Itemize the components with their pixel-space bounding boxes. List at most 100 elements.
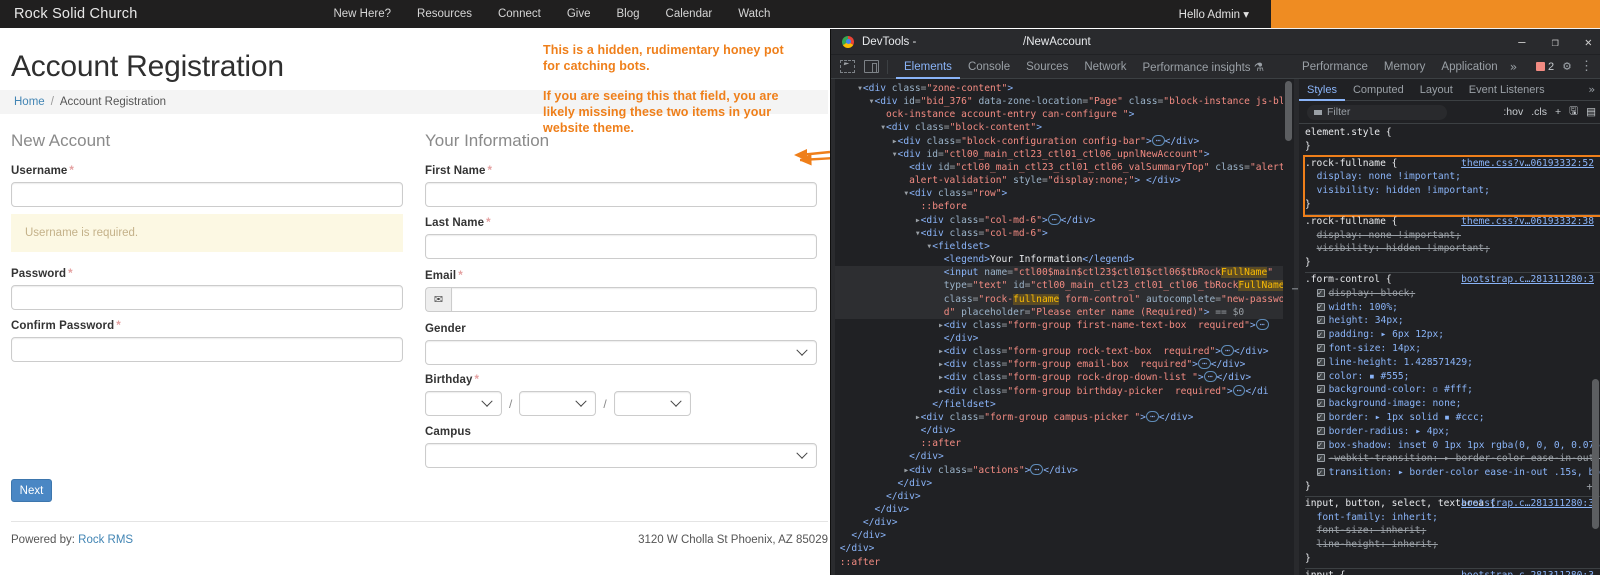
dom-tree-line[interactable]: d" placeholder="Please enter name (Requi… [834, 305, 1294, 319]
css-rule[interactable]: .rock-fullname {theme.css?v…06193332:52 … [1303, 154, 1600, 217]
dom-scrollbar-track[interactable] [1283, 79, 1294, 575]
tab-event-listeners[interactable]: Event Listeners [1461, 79, 1553, 101]
dom-tree-line[interactable]: type="text" id="ctl00_main_ctl23_ctl01_c… [834, 279, 1294, 293]
css-source-link[interactable]: bootstrap.c…281311280:3 [1461, 569, 1594, 575]
dom-tree-line[interactable]: ▾<div class="zone-content"> [834, 82, 1294, 95]
css-declaration[interactable]: visibility: hidden !important; [1305, 242, 1600, 256]
device-toolbar-icon[interactable] [864, 60, 879, 73]
error-count-badge[interactable]: 2 [1536, 61, 1554, 73]
dom-tree-line[interactable]: ▾<fieldset> [834, 240, 1294, 253]
birthday-year-select[interactable] [613, 391, 691, 416]
dom-tree-line[interactable]: </div> [834, 503, 1294, 516]
css-declaration[interactable]: line-height: inherit; [1305, 538, 1600, 552]
css-declaration[interactable]: visibility: hidden !important; [1305, 184, 1600, 198]
dom-tree-line[interactable]: ock-instance account-entry can-configure… [834, 108, 1294, 121]
site-brand[interactable]: Rock Solid Church [14, 6, 137, 22]
css-rule[interactable]: .rock-fullname {theme.css?v…06193332:38 … [1305, 215, 1600, 273]
dom-tree-line[interactable]: <legend>Your Information</legend> [834, 253, 1294, 266]
element-style-rule[interactable]: element.style { } [1305, 126, 1600, 157]
css-source-link[interactable]: bootstrap.c…281311280:3 [1461, 497, 1594, 511]
css-rule[interactable]: .form-control { bootstrap.c…281311280:3 d… [1305, 273, 1600, 497]
dom-tree-line[interactable]: ▾<div class="block-content"> [834, 121, 1294, 134]
css-rule[interactable]: input {bootstrap.c…281311280:3 line-heig… [1305, 569, 1600, 575]
declaration-checkbox[interactable] [1316, 369, 1325, 383]
email-input[interactable] [451, 287, 817, 312]
dom-tree-line[interactable]: <div id="ctl00_main_ctl23_ctl01_ctl06_va… [834, 161, 1294, 174]
declaration-checkbox[interactable] [1316, 438, 1325, 452]
styles-scrollbar-thumb[interactable] [1592, 379, 1599, 529]
dom-tree-line[interactable]: alert-validation" style="display:none;">… [834, 174, 1294, 187]
css-declaration[interactable]: padding: ▸ 6px 12px; [1305, 328, 1600, 342]
css-declaration[interactable]: height: 34px; [1305, 314, 1600, 328]
css-declaration[interactable]: font-size: inherit; [1305, 524, 1600, 538]
dom-tree-code[interactable]: ▾<div class="zone-content"> ▾<div id="bi… [831, 79, 1294, 569]
declaration-checkbox[interactable] [1316, 300, 1325, 314]
footer-rock-rms-link[interactable]: Rock RMS [78, 534, 133, 546]
print-icon[interactable]: 🖫 [1569, 103, 1578, 121]
nav-link-calendar[interactable]: Calendar [666, 8, 713, 20]
styles-rules-list[interactable]: element.style { } .rock-fullname {theme.c… [1299, 124, 1600, 575]
dom-tree-line[interactable]: </div> [834, 542, 1294, 555]
cls-toggle[interactable]: .cls [1531, 106, 1547, 118]
declaration-checkbox[interactable] [1316, 424, 1325, 438]
minimize-icon[interactable]: — [1518, 36, 1525, 48]
dom-tree-pane[interactable]: ▾<div class="zone-content"> ▾<div id="bi… [831, 79, 1294, 575]
nav-link-new-here[interactable]: New Here? [333, 8, 391, 20]
password-input[interactable] [11, 285, 403, 310]
inspect-element-icon[interactable] [840, 60, 855, 73]
dom-tree-line[interactable]: ▾<div class="row"> [834, 187, 1294, 200]
css-declaration[interactable]: box-shadow: inset 0 1px 1px rgba(0, 0, 0… [1305, 438, 1600, 453]
nav-link-resources[interactable]: Resources [417, 8, 472, 20]
declaration-checkbox[interactable] [1316, 410, 1325, 424]
css-declaration[interactable]: display: block; [1305, 286, 1600, 301]
css-selector[interactable]: .rock-fullname { [1305, 158, 1397, 169]
birthday-month-select[interactable] [425, 391, 502, 416]
tab-elements[interactable]: Elements [896, 55, 960, 79]
maximize-icon[interactable]: ❐ [1552, 36, 1559, 48]
dom-tree-line[interactable]: ▸<div class="form-group first-name-text-… [834, 318, 1294, 332]
username-input[interactable] [11, 182, 403, 207]
css-selector[interactable]: input { [1305, 570, 1345, 575]
nav-link-give[interactable]: Give [567, 8, 591, 20]
styles-filter-input[interactable]: Filter [1307, 104, 1447, 120]
tab-performance-insights[interactable]: Performance insights ⚗ [1135, 55, 1273, 79]
confirm-password-input[interactable] [11, 337, 403, 362]
dom-tree-line[interactable]: ▸<div class="form-group campus-picker ">… [834, 410, 1294, 424]
dom-tree-line[interactable]: </div> [834, 477, 1294, 490]
css-source-link[interactable]: theme.css?v…06193332:38 [1461, 215, 1594, 229]
declaration-checkbox[interactable] [1316, 452, 1325, 466]
css-source-link[interactable]: theme.css?v…06193332:52 [1461, 157, 1594, 171]
declaration-checkbox[interactable] [1316, 355, 1325, 369]
user-menu[interactable]: Hello Admin ▾ [1179, 7, 1249, 21]
css-declaration[interactable]: border-radius: ▸ 4px; [1305, 424, 1600, 439]
dom-tree-line[interactable]: </fieldset> [834, 398, 1294, 411]
css-declaration[interactable]: line-height: 1.428571429; [1305, 355, 1600, 370]
dom-tree-line[interactable]: ▾<div class="col-md-6"> [834, 227, 1294, 240]
dom-tree-line[interactable]: ▸<div class="col-md-6"> ⋯ </div> [834, 213, 1294, 227]
breadcrumb-home[interactable]: Home [14, 96, 45, 108]
declaration-checkbox[interactable] [1316, 286, 1325, 300]
nav-link-watch[interactable]: Watch [738, 8, 770, 20]
declaration-checkbox[interactable] [1316, 328, 1325, 341]
dom-tree-line[interactable]: ▾<div id="ctl00_main_ctl23_ctl01_ctl06_u… [834, 148, 1294, 161]
css-selector[interactable]: .form-control { [1305, 274, 1392, 285]
declaration-checkbox[interactable] [1316, 466, 1325, 479]
dom-tree-line[interactable]: ::after [834, 556, 1294, 569]
tab-performance[interactable]: Performance [1294, 55, 1376, 79]
tab-styles[interactable]: Styles [1299, 79, 1345, 101]
last-name-input[interactable] [425, 234, 817, 259]
declaration-checkbox[interactable] [1316, 397, 1325, 410]
dom-tree-line[interactable]: </div> [834, 529, 1294, 542]
nav-link-connect[interactable]: Connect [498, 8, 541, 20]
first-name-input[interactable] [425, 182, 817, 207]
css-source-link[interactable]: bootstrap.c…281311280:3 [1461, 273, 1594, 287]
tab-computed[interactable]: Computed [1345, 79, 1412, 101]
css-declaration[interactable]: -webkit-transition: ▸ border-color ease-… [1305, 452, 1600, 466]
layers-icon[interactable]: ▤ [1586, 106, 1596, 118]
dom-tree-line[interactable]: <input name="ctl00$main$ctl23$ctl01$ctl0… [834, 266, 1294, 280]
css-declaration[interactable]: transition: ▸ border-color ease-in-out .… [1305, 466, 1600, 480]
css-declaration[interactable]: font-family: inherit; [1305, 511, 1600, 525]
css-selector[interactable]: .rock-fullname { [1305, 216, 1397, 227]
dom-tree-line[interactable]: </div> [834, 490, 1294, 503]
tab-memory[interactable]: Memory [1376, 55, 1434, 79]
